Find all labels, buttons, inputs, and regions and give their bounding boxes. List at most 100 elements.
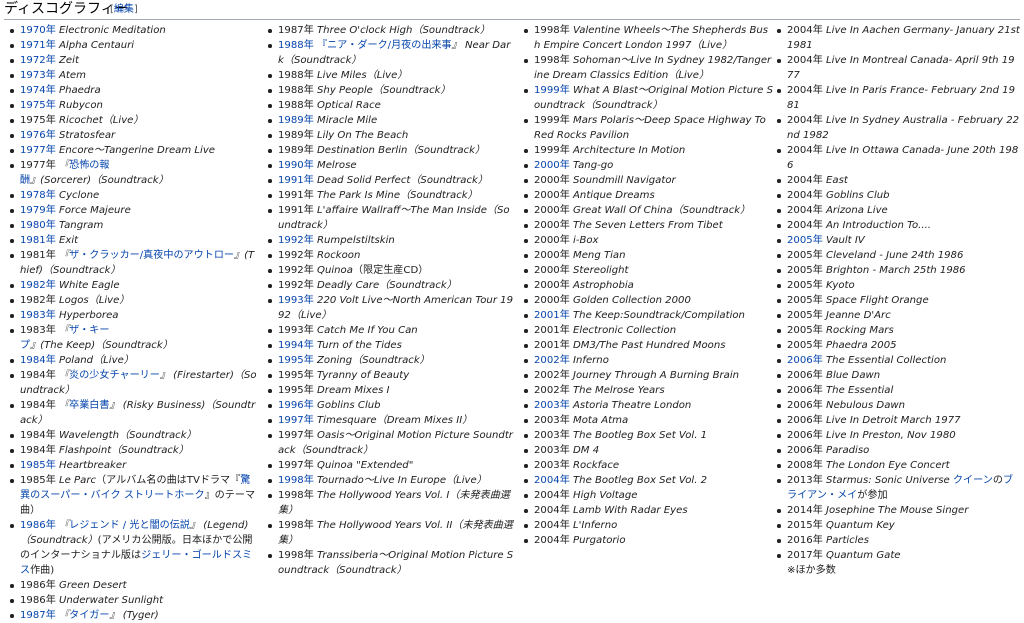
year-label: 2015年	[787, 520, 823, 531]
album-title: Flashpoint（Soundtrack）	[59, 445, 189, 456]
year-link[interactable]: 1971年	[20, 40, 56, 51]
year-link[interactable]: 1979年	[20, 205, 56, 216]
year-link[interactable]: 2005年	[787, 235, 823, 246]
year-link[interactable]: 1998年	[278, 475, 314, 486]
year-label: 1986年	[20, 580, 56, 591]
year-label: 1981年	[20, 250, 56, 261]
year-link[interactable]: 1974年	[20, 85, 56, 96]
year-link[interactable]: 1987年	[20, 610, 56, 621]
edit-section-link: [編集]	[110, 4, 138, 15]
year-link[interactable]: 2003年	[534, 400, 570, 411]
year-link[interactable]: 2004年	[534, 475, 570, 486]
album-title: Josephine The Mouse Singer	[826, 505, 969, 516]
discography-item: 1998年 Tournado〜Live In Europe（Live）	[265, 473, 515, 488]
year-link[interactable]: 1983年	[20, 310, 56, 321]
year-link[interactable]: 2006年	[787, 355, 823, 366]
discography-item: 2004年 Live In Aachen Germany- January 21…	[774, 23, 1020, 53]
year-link[interactable]: 1982年	[20, 280, 56, 291]
album-title: Heartbreaker	[59, 460, 127, 471]
year-label: 1988年	[278, 70, 314, 81]
year-link[interactable]: 1997年	[278, 415, 314, 426]
album-title: Astoria Theatre London	[573, 400, 692, 411]
album-title: Poland（Live）	[59, 355, 134, 366]
year-link[interactable]: 1970年	[20, 25, 56, 36]
year-link[interactable]: 1996年	[278, 400, 314, 411]
album-title: Electronic Meditation	[59, 25, 166, 36]
album-title: Timesquare（Dream Mixes II）	[317, 415, 473, 426]
article-link[interactable]: ザ・クラッカー/真夜中のアウトロー	[69, 250, 234, 261]
discography-item: 2000年 Tang-go	[521, 158, 773, 173]
year-link[interactable]: 1995年	[278, 355, 314, 366]
discography-item: 1975年 Rubycon	[7, 98, 257, 113]
year-label: 2004年	[534, 535, 570, 546]
article-link[interactable]: レジェンド / 光と闇の伝説	[69, 520, 190, 531]
year-link[interactable]: 1981年	[20, 235, 56, 246]
album-title: DM3/The Past Hundred Moons	[573, 340, 726, 351]
year-link[interactable]: 1994年	[278, 340, 314, 351]
year-label: 2005年	[787, 295, 823, 306]
year-label: 2014年	[787, 505, 823, 516]
article-link[interactable]: タイガー	[69, 610, 109, 621]
article-link[interactable]: 炎の少女チャーリー	[69, 370, 160, 381]
article-link[interactable]: 『	[317, 40, 327, 51]
year-link[interactable]: 1989年	[278, 115, 314, 126]
year-label: 2003年	[534, 415, 570, 426]
discography-item: 1981年 Exit	[7, 233, 257, 248]
year-link[interactable]: 1973年	[20, 70, 56, 81]
discography-item: 1991年 L'affaire Wallraff〜The Man Inside（…	[265, 203, 515, 233]
discography-item: 1997年 Oasis〜Original Motion Picture Soun…	[265, 428, 515, 458]
discography-item: 1991年 The Park Is Mine（Soundtrack）	[265, 188, 515, 203]
discography-item: 2015年 Quantum Key	[774, 518, 1020, 533]
year-link[interactable]: 1984年	[20, 355, 56, 366]
article-link[interactable]: ニア・ダーク/月夜の出来事	[327, 40, 452, 51]
year-label: 1997年	[278, 460, 314, 471]
year-label: 1995年	[278, 385, 314, 396]
year-link[interactable]: 2001年	[534, 310, 570, 321]
discography-item: 1977年 Encore〜Tangerine Dream Live	[7, 143, 257, 158]
year-link[interactable]: 1988年	[278, 40, 314, 51]
discography-item: 1984年 『炎の少女チャーリー』 (Firestarter)（Soundtra…	[7, 368, 257, 398]
album-title: Alpha Centauri	[59, 40, 135, 51]
year-link[interactable]: 1993年	[278, 295, 314, 306]
discography-item: 2004年 An Introduction To....	[774, 218, 1020, 233]
article-link[interactable]: クイーン	[953, 475, 993, 486]
discography-item: 1998年 Transsiberia〜Original Motion Pictu…	[265, 548, 515, 578]
album-title: Nebulous Dawn	[826, 400, 906, 411]
discography-item: 1993年 Catch Me If You Can	[265, 323, 515, 338]
discography-item: 1978年 Cyclone	[7, 188, 257, 203]
album-title: Golden Collection 2000	[573, 295, 691, 306]
album-title: Goblins Club	[317, 400, 381, 411]
discography-item: 1991年 Dead Solid Perfect（Soundtrack）	[265, 173, 515, 188]
year-link[interactable]: 1985年	[20, 460, 56, 471]
album-title: Astrophobia	[573, 280, 634, 291]
discography-item: 1981年 『ザ・クラッカー/真夜中のアウトロー』(Thief)（Soundtr…	[7, 248, 257, 278]
discography-item: 2005年 Vault IV	[774, 233, 1020, 248]
album-title: Space Flight Orange	[826, 295, 929, 306]
discography-item: 2001年 The Keep:Soundtrack/Compilation	[521, 308, 773, 323]
year-label: 2000年	[534, 265, 570, 276]
year-link[interactable]: 1978年	[20, 190, 56, 201]
year-link[interactable]: 1991年	[278, 175, 314, 186]
year-label: 2000年	[534, 220, 570, 231]
album-title: Live Miles（Live）	[317, 70, 408, 81]
year-link[interactable]: 2002年	[534, 355, 570, 366]
edit-link[interactable]: 編集	[114, 4, 134, 15]
year-link[interactable]: 1972年	[20, 55, 56, 66]
year-link[interactable]: 1990年	[278, 160, 314, 171]
year-link[interactable]: 1980年	[20, 220, 56, 231]
discography-item: 1970年 Electronic Meditation	[7, 23, 257, 38]
year-link[interactable]: 1999年	[534, 85, 570, 96]
year-link[interactable]: 1976年	[20, 130, 56, 141]
album-title: 『	[59, 325, 70, 336]
year-label: 2005年	[787, 340, 823, 351]
year-link[interactable]: 1992年	[278, 235, 314, 246]
year-link[interactable]: 1975年	[20, 100, 56, 111]
year-link[interactable]: 1977年	[20, 145, 56, 156]
year-link[interactable]: 2000年	[534, 160, 570, 171]
year-link[interactable]: 1986年	[20, 520, 56, 531]
discography-item: 1987年 Three O'clock High（Soundtrack）	[265, 23, 515, 38]
album-title: Cleveland - June 24th 1986	[826, 250, 964, 261]
album-title: Underwater Sunlight	[59, 595, 164, 606]
article-link[interactable]: 卒業白書	[69, 400, 109, 411]
discography-item: 1986年 Green Desert	[7, 578, 257, 593]
